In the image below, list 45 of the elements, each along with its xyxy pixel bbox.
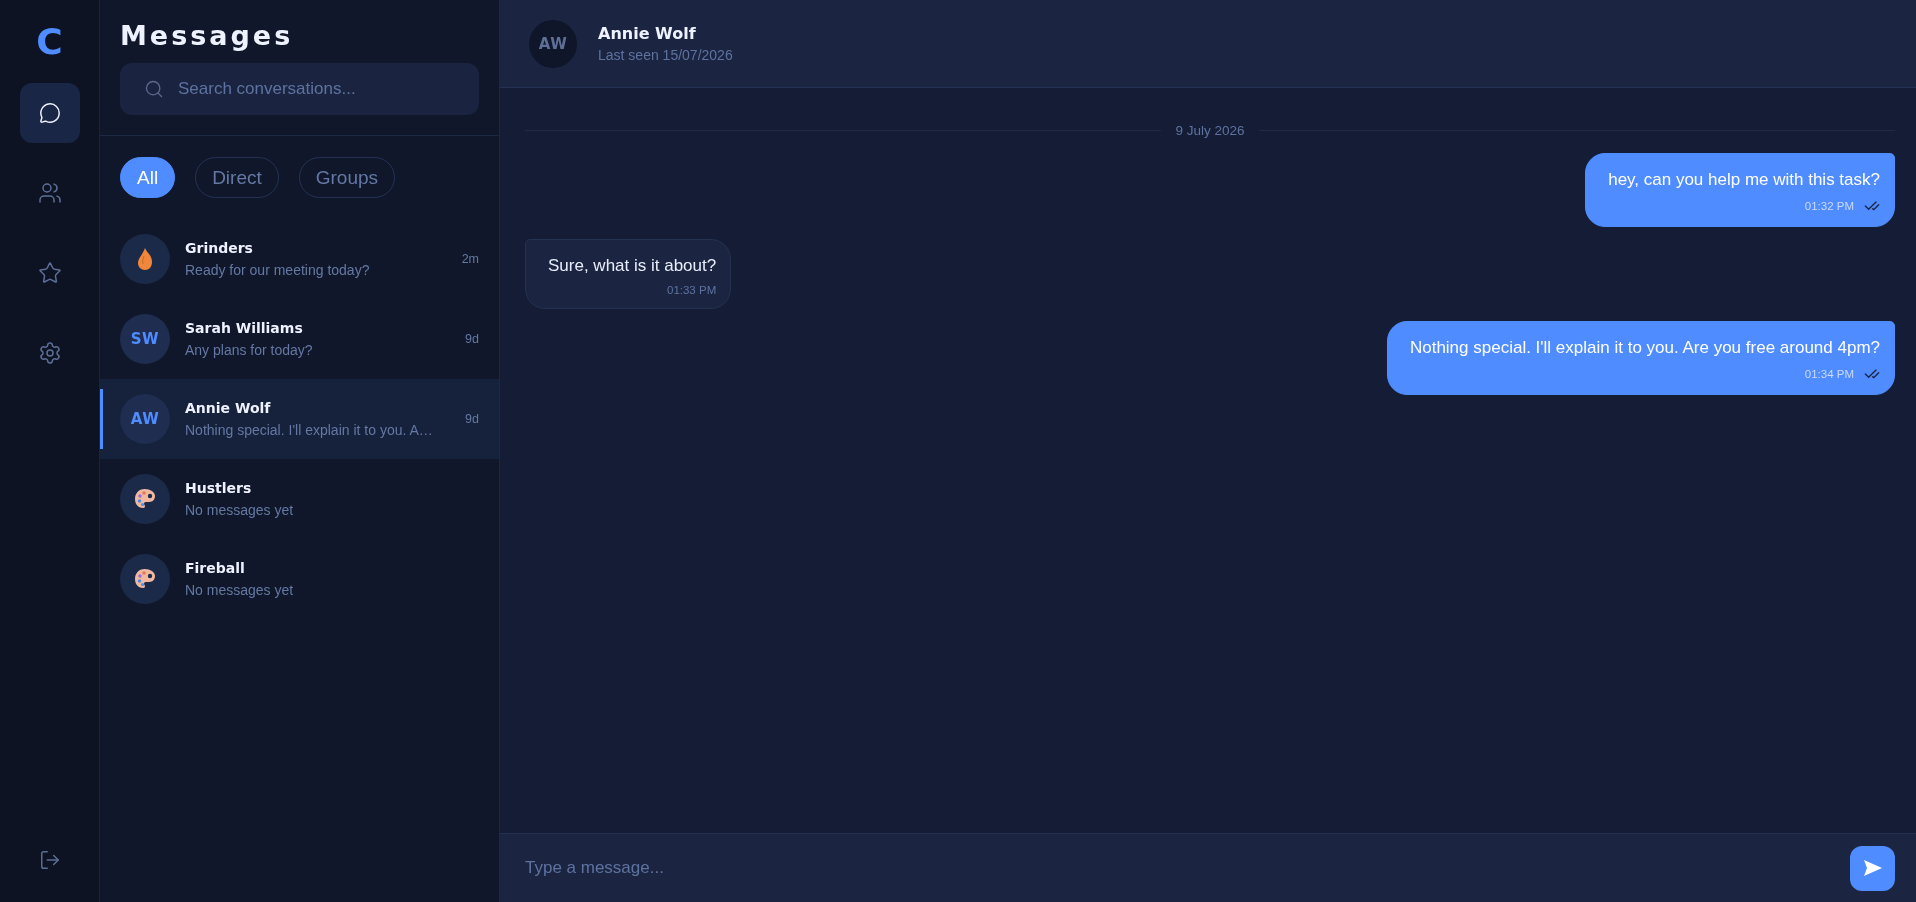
conversation-preview: No messages yet xyxy=(185,500,294,520)
search-field[interactable]: Search conversations... xyxy=(120,63,479,115)
conversation-item[interactable]: SW Sarah Williams Any plans for today? 9d xyxy=(100,299,499,379)
conversation-name: Annie Wolf xyxy=(185,398,271,418)
conversation-preview: Any plans for today? xyxy=(185,340,313,360)
conversation-time: 9d xyxy=(465,412,479,426)
nav-button[interactable] xyxy=(19,83,80,143)
conversation-item[interactable]: AW Annie Wolf Nothing special. I'll explain it to you. A… 9d xyxy=(100,379,499,459)
conversation-name: Hustlers xyxy=(185,478,252,498)
app-logo: C xyxy=(36,20,63,64)
conversation-item[interactable]: Grinders Ready for our meeting today? 2m xyxy=(100,219,499,299)
conversation-item[interactable]: Hustlers No messages yet xyxy=(100,459,499,539)
message-text: hey, can you help me with this task? xyxy=(1608,169,1880,191)
settings-icon xyxy=(37,341,62,365)
conversation-preview: Ready for our meeting today? xyxy=(185,260,370,280)
conversation-name: Grinders xyxy=(185,238,253,258)
palette-avatar-icon xyxy=(120,554,170,604)
chat-bubble-icon xyxy=(38,102,61,124)
initials-avatar: AW xyxy=(529,19,577,68)
send-icon xyxy=(1863,860,1882,876)
star-icon xyxy=(37,261,62,285)
send-button[interactable] xyxy=(1850,845,1895,891)
initials-avatar: SW xyxy=(120,314,170,364)
conversation-time: 2m xyxy=(461,252,479,266)
flame-avatar-icon xyxy=(120,234,170,284)
date-label: 9 July 2026 xyxy=(1175,122,1245,138)
conversation-item[interactable]: Fireball No messages yet xyxy=(100,539,499,619)
last-seen-status: Last seen 15/07/2026 xyxy=(598,47,733,63)
message-text: Nothing special. I'll explain it to you. Are you free around 4pm? xyxy=(1409,337,1880,359)
message-time: 01:34 PM xyxy=(1804,368,1854,380)
search-icon xyxy=(144,79,164,99)
conversation-preview: No messages yet xyxy=(185,580,294,600)
contact-name: Annie Wolf xyxy=(598,24,696,43)
people-icon xyxy=(37,181,62,205)
conversation-preview: Nothing special. I'll explain it to you. A… xyxy=(185,420,433,440)
conversation-name: Sarah Williams xyxy=(185,318,303,338)
message-time: 01:33 PM xyxy=(667,284,717,296)
logout-icon xyxy=(38,849,61,871)
message-time: 01:32 PM xyxy=(1804,200,1854,212)
palette-avatar-icon xyxy=(120,474,170,524)
conversation-name: Fireball xyxy=(185,558,245,578)
conversation-time: 9d xyxy=(465,332,479,346)
sidebar-title: Messages xyxy=(120,20,294,52)
message-text: Sure, what is it about? xyxy=(548,255,717,277)
initials-avatar: AW xyxy=(120,394,170,444)
